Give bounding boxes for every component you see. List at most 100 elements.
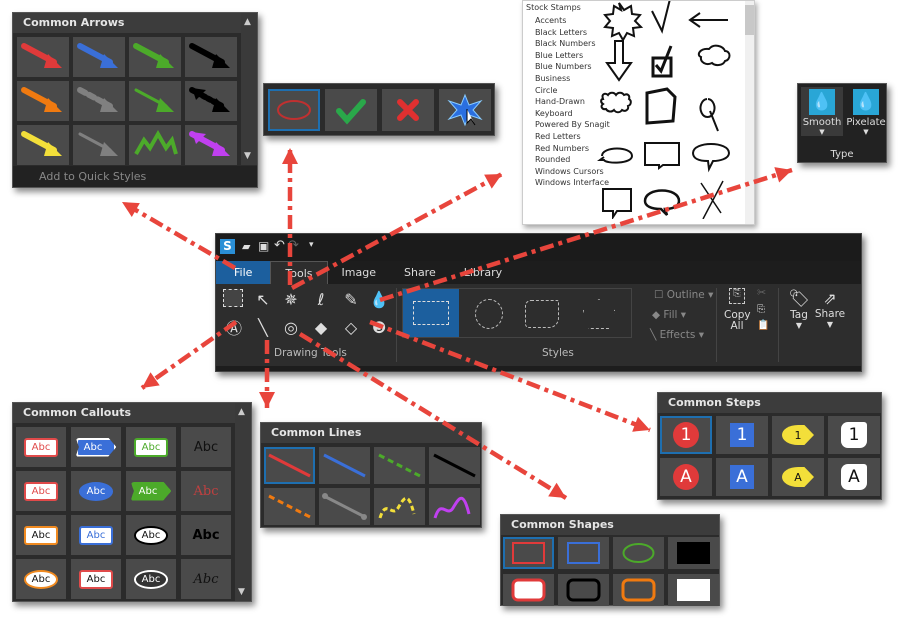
- callout-style-11[interactable]: Abc: [181, 515, 231, 555]
- callout-style-2[interactable]: Abc: [126, 427, 176, 467]
- arrow-style-1[interactable]: [73, 37, 125, 77]
- open-icon[interactable]: ▰: [242, 240, 250, 253]
- style-ellipse-selection[interactable]: [475, 299, 503, 329]
- callout-tool-icon[interactable]: Ⓐ: [223, 316, 245, 338]
- step-style-5[interactable]: A: [716, 458, 768, 496]
- line-style-3[interactable]: [429, 447, 480, 484]
- pen-tool-icon[interactable]: ℓ: [310, 288, 332, 310]
- step-style-3[interactable]: 1: [828, 416, 880, 454]
- callout-style-14[interactable]: Abc: [126, 559, 176, 599]
- stamp-checkmark[interactable]: [325, 89, 377, 131]
- step-style-4[interactable]: A: [660, 458, 712, 496]
- highlighter-tool-icon[interactable]: ✎: [340, 288, 362, 310]
- callout-style-6[interactable]: Abc: [126, 471, 176, 511]
- arrow-style-5[interactable]: [73, 81, 125, 121]
- tab-library[interactable]: Library: [450, 261, 516, 284]
- stamp-ellipse-outline[interactable]: [268, 89, 320, 131]
- shape-style-4[interactable]: [503, 574, 554, 606]
- line-style-2[interactable]: [374, 447, 425, 484]
- add-to-quick-styles-button[interactable]: Add to Quick Styles: [13, 166, 257, 187]
- save-icon[interactable]: ▣: [258, 239, 269, 253]
- arrow-style-0[interactable]: [17, 37, 69, 77]
- tab-image[interactable]: Image: [328, 261, 390, 284]
- callout-style-7[interactable]: Abc: [181, 471, 231, 511]
- line-tool-icon[interactable]: ╲: [252, 316, 274, 338]
- style-rectangle-selection[interactable]: [403, 289, 459, 337]
- line-style-4[interactable]: [264, 488, 315, 525]
- callout-style-15[interactable]: Abc: [181, 559, 231, 599]
- fill-tool-icon[interactable]: ◆: [310, 316, 332, 338]
- shape-style-1[interactable]: [558, 537, 609, 569]
- arrow-style-8[interactable]: [17, 125, 69, 165]
- callout-style-4[interactable]: Abc: [16, 471, 66, 511]
- callout-style-5[interactable]: Abc: [71, 471, 121, 511]
- selection-tool-icon[interactable]: [223, 289, 243, 307]
- scrollbar[interactable]: ▲ ▼: [241, 13, 257, 165]
- line-style-0[interactable]: [264, 447, 315, 484]
- copy-all-button[interactable]: ⎘ Copy All: [722, 288, 752, 332]
- step-style-7[interactable]: A: [828, 458, 880, 496]
- arrow-style-2[interactable]: [129, 37, 181, 77]
- callout-style-10[interactable]: Abc: [126, 515, 176, 555]
- customize-qat-icon[interactable]: ▾: [309, 240, 314, 250]
- arrow-style-3[interactable]: [185, 37, 237, 77]
- line-style-7[interactable]: [429, 488, 480, 525]
- arrow-style-11[interactable]: [185, 125, 237, 165]
- callout-style-12[interactable]: Abc: [16, 559, 66, 599]
- style-polygon-selection[interactable]: [583, 299, 615, 329]
- shape-style-6[interactable]: [613, 574, 664, 606]
- tag-button[interactable]: 🏷 Tag ▼: [786, 289, 812, 330]
- callout-style-3[interactable]: Abc: [181, 427, 231, 467]
- stamp-tool-icon[interactable]: ✵: [280, 288, 302, 310]
- share-button[interactable]: ⇗ Share ▼: [814, 289, 846, 329]
- outline-dropdown[interactable]: ☐ Outline ▾: [654, 289, 713, 301]
- callout-style-8[interactable]: Abc: [16, 515, 66, 555]
- shape-style-7[interactable]: [668, 574, 719, 606]
- callout-style-0[interactable]: Abc: [16, 427, 66, 467]
- step-style-6[interactable]: A: [772, 458, 824, 496]
- step-style-0[interactable]: 1: [660, 416, 712, 454]
- redo-icon[interactable]: ↷: [288, 238, 299, 253]
- cut-icon[interactable]: ✂: [757, 286, 766, 299]
- undo-icon[interactable]: ↶: [274, 238, 285, 253]
- pixelate-type-button[interactable]: 💧 Pixelate ▼: [845, 87, 887, 136]
- stamp-category[interactable]: Stock Stamps: [526, 3, 581, 12]
- callout-style-13[interactable]: Abc: [71, 559, 121, 599]
- callout-style-9[interactable]: Abc: [71, 515, 121, 555]
- line-style-6[interactable]: [374, 488, 425, 525]
- fill-dropdown[interactable]: ◆ Fill ▾: [652, 309, 686, 321]
- smooth-type-button[interactable]: 💧 Smooth ▼: [801, 87, 843, 136]
- stamp-thumbnails[interactable]: [597, 1, 747, 219]
- shape-style-3[interactable]: [668, 537, 719, 569]
- style-freehand-selection[interactable]: [525, 300, 559, 328]
- effects-dropdown[interactable]: ╲ Effects ▾: [650, 329, 704, 341]
- stamp-starburst-cursor[interactable]: [439, 89, 491, 131]
- arrow-style-10[interactable]: [129, 125, 181, 165]
- eraser-tool-icon[interactable]: ◇: [340, 316, 362, 338]
- arrow-style-4[interactable]: [17, 81, 69, 121]
- stamp-x-mark[interactable]: [382, 89, 434, 131]
- shape-style-5[interactable]: [558, 574, 609, 606]
- line-style-5[interactable]: [319, 488, 370, 525]
- arrow-tool-icon[interactable]: ↖: [252, 288, 274, 310]
- tab-share[interactable]: Share: [390, 261, 450, 284]
- shape-style-0[interactable]: [503, 537, 554, 569]
- step-style-1[interactable]: 1: [716, 416, 768, 454]
- tab-tools[interactable]: Tools: [270, 261, 328, 284]
- stamps-scrollbar[interactable]: [745, 1, 754, 224]
- shape-tool-icon[interactable]: ◎: [280, 316, 302, 338]
- shape-style-2[interactable]: [613, 537, 664, 569]
- blur-tool-icon[interactable]: 💧: [368, 288, 390, 310]
- stamp-speech-oval-2: [643, 189, 681, 216]
- arrow-style-6[interactable]: [129, 81, 181, 121]
- step-style-2[interactable]: 1: [772, 416, 824, 454]
- scrollbar[interactable]: ▲ ▼: [235, 403, 251, 601]
- arrow-style-9[interactable]: [73, 125, 125, 165]
- paste-icon[interactable]: 📋: [757, 320, 769, 331]
- tab-file[interactable]: File: [216, 261, 271, 284]
- callout-style-1[interactable]: Abc: [71, 427, 121, 467]
- copy-icon[interactable]: ⎘: [757, 304, 765, 315]
- arrow-style-7[interactable]: [185, 81, 237, 121]
- line-style-1[interactable]: [319, 447, 370, 484]
- step-tool-icon[interactable]: ❸: [368, 316, 390, 338]
